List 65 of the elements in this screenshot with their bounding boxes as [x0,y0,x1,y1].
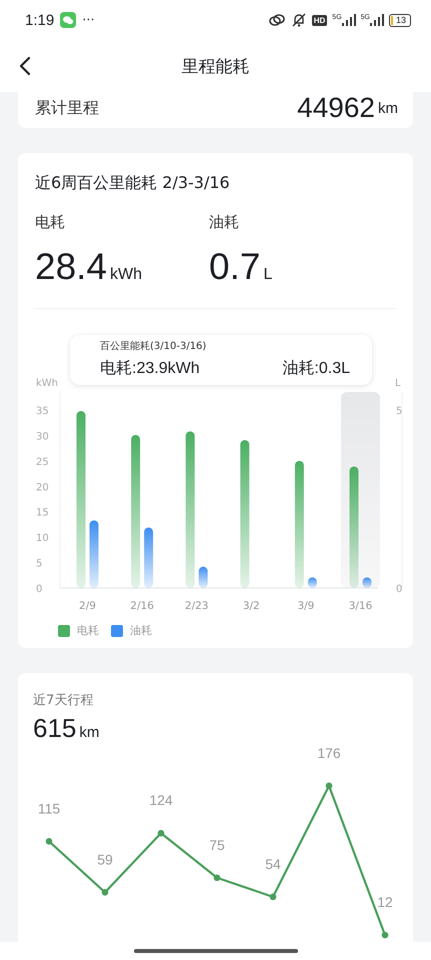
stat-label: 油耗 [209,213,240,232]
trips-unit: km [79,724,100,741]
signal-icon [370,14,384,26]
axis-title: kWh [36,378,58,389]
axis-label: 3/16 [348,600,372,612]
axis-label: 2/23 [184,600,208,612]
tooltip-value: 油耗:0.3L [282,358,350,379]
data-label: 176 [317,744,341,761]
data-point [214,874,220,882]
data-label: 115 [38,800,60,816]
mileage-label: 累计里程 [35,98,100,118]
axis-label: 3/2 [242,600,260,612]
tick-label: 35 [36,406,49,417]
tick-label: 0 [36,584,42,595]
data-label: 59 [97,851,113,868]
battery-level: 13 [396,14,406,24]
card-title: 近6周百公里能耗 2/3-3/16 [35,173,231,194]
stat-value: 28.4 [35,246,108,288]
data-label: 12 [377,894,393,910]
tooltip-value: 电耗:23.9kWh [100,358,200,379]
data-point [326,782,332,790]
tick-label: 10 [36,533,49,544]
data-label: 54 [265,856,281,872]
bar [308,577,317,588]
mileage-unit: km [378,100,398,116]
stat-value: 0.7 [209,246,260,288]
stat-unit: kWh [110,266,142,284]
bar [198,566,208,588]
axis-label: 2/9 [79,600,96,612]
chat-app-icon [60,12,76,28]
data-point [158,830,164,836]
signal-icon [342,14,356,26]
muted-bell-icon [290,12,307,28]
data-point [46,838,52,845]
hd-badge: HD [312,14,328,26]
data-point [270,894,276,900]
trips-value: 615 [33,713,76,744]
axis-label: 3/9 [297,600,314,612]
bar [144,527,154,588]
link-icon [268,13,286,27]
tick-label: 5 [396,406,402,417]
tick-label: 20 [36,482,49,494]
stat-unit: L [263,266,272,284]
data-label: 124 [149,792,173,808]
tick-label: 30 [36,431,49,442]
axis-title: L [395,378,401,389]
stat-label: 电耗 [35,213,66,232]
page-title: 里程能耗 [182,56,250,76]
card-title: 近7天行程 [33,692,94,709]
tick-label: 15 [36,508,49,519]
status-time: 1:19 [25,12,54,28]
tick-label: 25 [36,456,49,468]
data-point [382,932,388,938]
more-notifications: ··· [82,12,95,28]
tick-label: 0 [396,584,402,595]
mileage-value: 44962 [297,92,375,124]
legend-label: 油耗 [130,623,152,638]
tick-label: 5 [36,558,42,570]
legend-label: 电耗 [77,623,99,638]
tooltip-title: 百公里能耗(3/10-3/16) [100,340,208,353]
bar [90,520,98,588]
data-point [102,889,108,896]
axis-label: 2/16 [130,600,154,612]
back-icon[interactable] [18,56,32,76]
data-label: 75 [209,836,225,853]
